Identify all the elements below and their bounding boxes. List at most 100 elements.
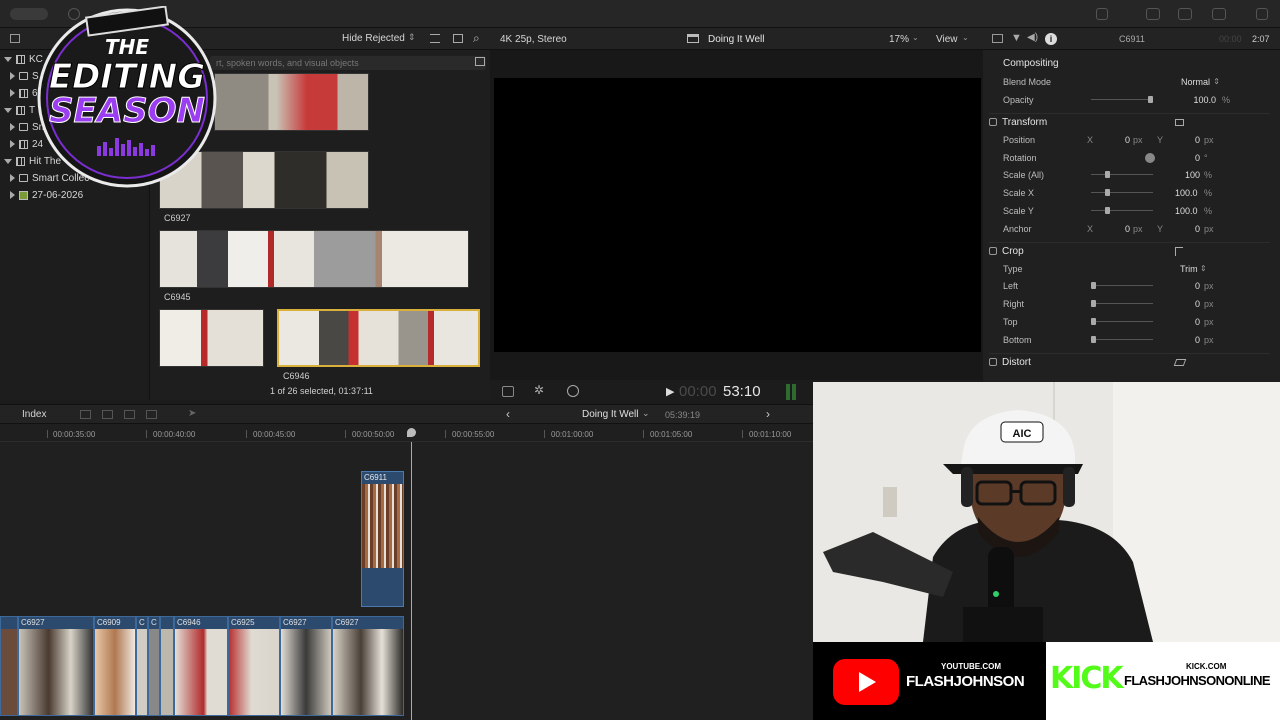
slider-knob[interactable] [1148,96,1153,103]
clip-thumbnail-selected[interactable] [277,309,480,367]
opacity-value[interactable]: 100.0 [1193,92,1216,108]
timeline-clip[interactable]: C6927 [280,616,332,716]
crop-onscreen-icon[interactable] [1175,247,1183,256]
viewer-canvas[interactable] [494,78,981,352]
transform-section[interactable]: Transform [989,113,1270,131]
hide-rejected-filter[interactable]: Hide Rejected [342,33,405,44]
ruler-label: 00:01:00:00 [551,430,594,439]
crop-section[interactable]: Crop [989,242,1270,260]
search-icon[interactable]: ⌕ [473,31,480,46]
slider-knob[interactable] [1105,171,1110,178]
play-icon[interactable]: ▶ [666,385,674,398]
anchor-x-value[interactable]: 0 [1125,221,1130,237]
clip-appearance-icon[interactable] [453,34,463,43]
slider-knob[interactable] [1091,282,1096,289]
crop-left-slider[interactable] [1091,282,1153,289]
slider-knob[interactable] [1105,207,1110,214]
inspector-header: ▼ ◀) i C6911 00:00 2:07 [983,28,1280,50]
browser-layout-icon[interactable] [1146,8,1160,20]
crop-bottom-slider[interactable] [1091,336,1153,343]
slider-knob[interactable] [1091,336,1096,343]
play-icon [859,672,876,692]
clip-thumbnail[interactable] [159,309,264,367]
timeline-ruler[interactable]: 00:00:35:00 00:00:40:00 00:00:45:00 00:0… [0,424,813,442]
audio-icon[interactable]: ◀) [1027,32,1038,43]
speed-icon[interactable] [567,385,579,397]
crop-right-slider[interactable] [1091,300,1153,307]
zoom-dropdown[interactable]: 17% [889,34,909,45]
search-input[interactable]: rt, spoken words, and visual objects [210,56,486,70]
timeline-clip[interactable]: C6909 [94,616,136,716]
crop-top-slider[interactable] [1091,318,1153,325]
rotation-value[interactable]: 0 [1195,150,1200,166]
scale-y-value[interactable]: 100.0 [1175,203,1198,219]
slider-knob[interactable] [1091,300,1096,307]
inspector-layout-icon[interactable] [1212,8,1226,20]
append-clip-icon[interactable] [124,410,135,419]
crop-right-value[interactable]: 0 [1195,296,1200,312]
distort-section[interactable]: Distort [989,353,1270,371]
magic-wand-icon[interactable]: ✲ [534,383,544,397]
clip-thumbnail[interactable] [159,230,469,288]
list-view-icon[interactable] [430,34,440,43]
crop-left-value[interactable]: 0 [1195,278,1200,294]
video-inspector-icon[interactable] [992,34,1003,43]
slider-knob[interactable] [1105,189,1110,196]
rotation-dial[interactable] [1145,153,1155,163]
checkbox-icon[interactable] [989,118,997,126]
library-item-t[interactable]: T [4,102,35,118]
transform-onscreen-icon[interactable] [1175,119,1184,126]
transform-icon[interactable] [502,386,514,397]
library-icon [16,156,25,166]
timeline-project-title[interactable]: Doing It Well [582,409,639,420]
scale-x-value[interactable]: 100.0 [1175,185,1198,201]
keyword-icon[interactable] [1096,8,1108,20]
ruler-tick [544,430,545,438]
checkbox-icon[interactable] [989,358,997,366]
select-tool-icon[interactable]: ➤ [188,408,196,419]
param-label: Right [1003,299,1025,309]
checkbox-icon[interactable] [989,247,997,255]
blend-mode-dropdown[interactable]: Normal [1181,74,1210,90]
scale-y-slider[interactable] [1091,207,1153,214]
timeline-clip[interactable]: C6927 [332,616,404,716]
filmstrip-icon[interactable] [475,57,485,66]
back-arrow-icon[interactable]: ‹ [506,407,510,421]
connect-clip-icon[interactable] [80,410,91,419]
timeline-clip[interactable]: C [136,616,148,716]
distort-onscreen-icon[interactable] [1173,359,1187,366]
opacity-slider[interactable] [1091,96,1153,103]
crop-top-value[interactable]: 0 [1195,314,1200,330]
crop-bottom-value[interactable]: 0 [1195,332,1200,348]
connected-clip[interactable]: C6911 [361,471,404,607]
timeline-clip[interactable]: C6946 [174,616,228,716]
sidebar-toggle-icon[interactable] [10,34,20,43]
slider-knob[interactable] [1091,318,1096,325]
timeline-layout-icon[interactable] [1178,8,1192,20]
timeline-clip[interactable]: C6927 [18,616,94,716]
scale-x-slider[interactable] [1091,189,1153,196]
scale-all-value[interactable]: 100 [1185,167,1200,183]
timeline-clip[interactable] [160,616,174,716]
timeline-clip[interactable]: C [148,616,160,716]
view-dropdown[interactable]: View [936,34,958,45]
logo-line-3: SEASON [49,91,205,131]
filter-icon[interactable]: ▼ [1011,32,1022,44]
playhead-handle[interactable] [407,428,416,437]
insert-clip-icon[interactable] [102,410,113,419]
anchor-y-value[interactable]: 0 [1195,221,1200,237]
timeline-clip[interactable] [0,616,18,716]
crop-type-dropdown[interactable]: Trim [1180,261,1198,277]
compositing-section[interactable]: Compositing [989,55,1270,73]
timeline[interactable]: C6911 C6927 C6909 C C C6946 C6925 C6927 … [0,442,813,720]
overwrite-clip-icon[interactable] [146,410,157,419]
position-y-value[interactable]: 0 [1195,132,1200,148]
position-x-value[interactable]: 0 [1125,132,1130,148]
share-icon[interactable] [1256,8,1268,20]
info-icon[interactable]: i [1045,33,1057,45]
forward-arrow-icon[interactable]: › [766,407,770,421]
timeline-clip[interactable]: C6925 [228,616,280,716]
index-button[interactable]: Index [22,409,46,420]
scale-slider[interactable] [1091,171,1153,178]
clip-thumbnail[interactable] [214,73,369,131]
